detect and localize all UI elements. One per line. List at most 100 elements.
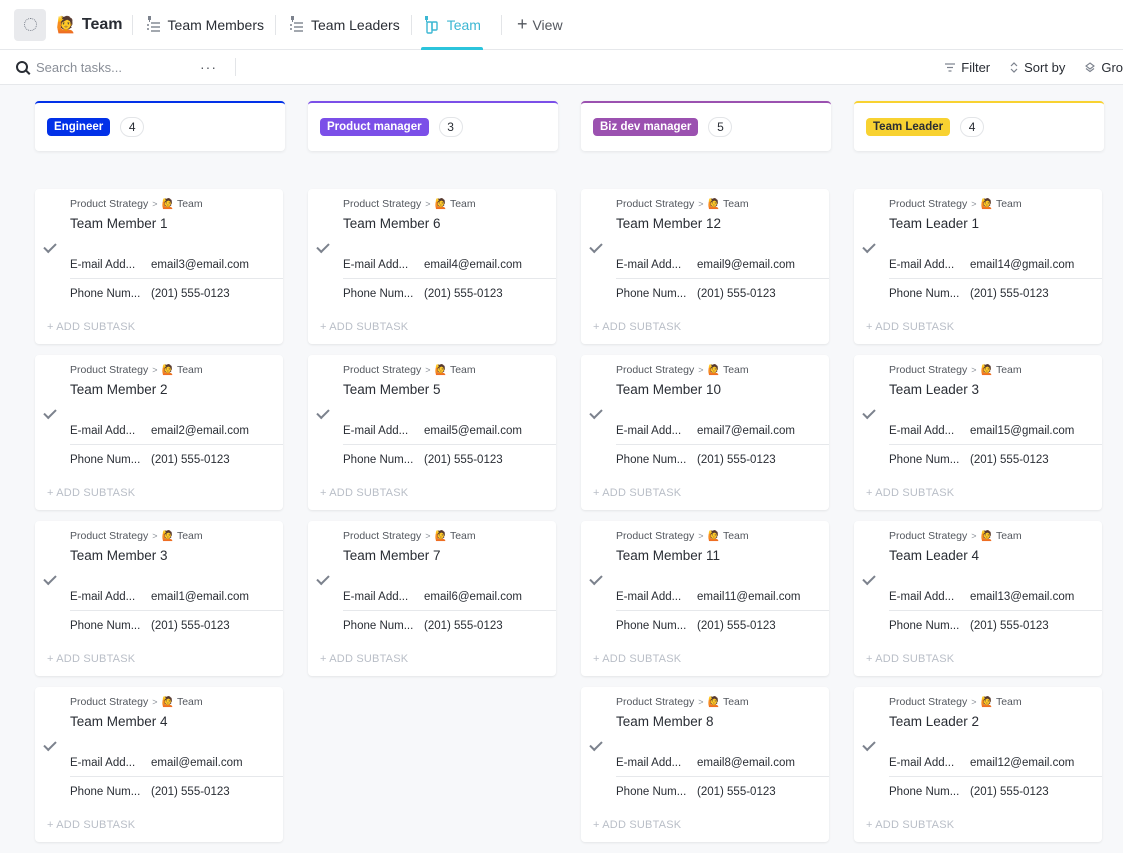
add-subtask-button[interactable]: + ADD SUBTASK (866, 321, 954, 333)
checkmark-icon[interactable] (316, 572, 329, 585)
email-field[interactable]: E-mail Add... email14@gmail.com (889, 251, 1102, 279)
phone-field[interactable]: Phone Num... (201) 555-0123 (889, 781, 1102, 803)
task-card[interactable]: Product Strategy > 🙋 Team Team Leader 2 … (854, 687, 1102, 842)
search-input[interactable] (36, 60, 186, 75)
add-subtask-button[interactable]: + ADD SUBTASK (593, 653, 681, 665)
checkmark-icon[interactable] (43, 240, 56, 253)
email-field[interactable]: E-mail Add... email13@email.com (889, 583, 1102, 611)
space-title[interactable]: 🙋 Team (56, 15, 123, 34)
space-settings-button[interactable] (14, 9, 46, 41)
email-field[interactable]: E-mail Add... email4@email.com (343, 251, 556, 279)
group-button[interactable]: Gro (1085, 60, 1123, 75)
add-subtask-button[interactable]: + ADD SUBTASK (593, 321, 681, 333)
add-subtask-button[interactable]: + ADD SUBTASK (593, 487, 681, 499)
task-title[interactable]: Team Leader 3 (889, 382, 979, 397)
task-card[interactable]: Product Strategy > 🙋 Team Team Leader 3 … (854, 355, 1102, 510)
email-field[interactable]: E-mail Add... email9@email.com (616, 251, 829, 279)
email-field[interactable]: E-mail Add... email15@gmail.com (889, 417, 1102, 445)
breadcrumb[interactable]: Product Strategy > 🙋 Team (70, 364, 203, 376)
checkmark-icon[interactable] (589, 572, 602, 585)
task-title[interactable]: Team Member 12 (616, 216, 721, 231)
task-card[interactable]: Product Strategy > 🙋 Team Team Member 3 … (35, 521, 283, 676)
phone-field[interactable]: Phone Num... (201) 555-0123 (889, 283, 1102, 305)
breadcrumb[interactable]: Product Strategy > 🙋 Team (889, 530, 1022, 542)
email-field[interactable]: E-mail Add... email11@email.com (616, 583, 829, 611)
breadcrumb[interactable]: Product Strategy > 🙋 Team (616, 696, 749, 708)
email-field[interactable]: E-mail Add... email8@email.com (616, 749, 829, 777)
breadcrumb[interactable]: Product Strategy > 🙋 Team (70, 198, 203, 210)
task-title[interactable]: Team Member 10 (616, 382, 721, 397)
task-card[interactable]: Product Strategy > 🙋 Team Team Member 10… (581, 355, 829, 510)
add-subtask-button[interactable]: + ADD SUBTASK (593, 819, 681, 831)
task-card[interactable]: Product Strategy > 🙋 Team Team Member 5 … (308, 355, 556, 510)
breadcrumb[interactable]: Product Strategy > 🙋 Team (889, 198, 1022, 210)
checkmark-icon[interactable] (43, 738, 56, 751)
email-field[interactable]: E-mail Add... email6@email.com (343, 583, 556, 611)
phone-field[interactable]: Phone Num... (201) 555-0123 (889, 615, 1102, 637)
add-subtask-button[interactable]: + ADD SUBTASK (47, 321, 135, 333)
add-subtask-button[interactable]: + ADD SUBTASK (47, 653, 135, 665)
filter-button[interactable]: Filter (945, 60, 990, 75)
email-field[interactable]: E-mail Add... email2@email.com (70, 417, 283, 445)
checkmark-icon[interactable] (862, 406, 875, 419)
task-card[interactable]: Product Strategy > 🙋 Team Team Leader 4 … (854, 521, 1102, 676)
breadcrumb[interactable]: Product Strategy > 🙋 Team (889, 696, 1022, 708)
checkmark-icon[interactable] (43, 572, 56, 585)
checkmark-icon[interactable] (862, 572, 875, 585)
task-card[interactable]: Product Strategy > 🙋 Team Team Member 1 … (35, 189, 283, 344)
add-subtask-button[interactable]: + ADD SUBTASK (866, 653, 954, 665)
task-title[interactable]: Team Member 11 (616, 548, 720, 563)
add-subtask-button[interactable]: + ADD SUBTASK (866, 487, 954, 499)
breadcrumb[interactable]: Product Strategy > 🙋 Team (70, 696, 203, 708)
task-title[interactable]: Team Member 8 (616, 714, 714, 729)
phone-field[interactable]: Phone Num... (201) 555-0123 (343, 449, 556, 471)
add-subtask-button[interactable]: + ADD SUBTASK (47, 819, 135, 831)
task-title[interactable]: Team Member 3 (70, 548, 168, 563)
phone-field[interactable]: Phone Num... (201) 555-0123 (616, 615, 829, 637)
breadcrumb[interactable]: Product Strategy > 🙋 Team (616, 198, 749, 210)
phone-field[interactable]: Phone Num... (201) 555-0123 (889, 449, 1102, 471)
phone-field[interactable]: Phone Num... (201) 555-0123 (70, 449, 283, 471)
phone-field[interactable]: Phone Num... (201) 555-0123 (616, 449, 829, 471)
add-subtask-button[interactable]: + ADD SUBTASK (47, 487, 135, 499)
task-card[interactable]: Product Strategy > 🙋 Team Team Member 4 … (35, 687, 283, 842)
task-card[interactable]: Product Strategy > 🙋 Team Team Member 8 … (581, 687, 829, 842)
checkmark-icon[interactable] (316, 406, 329, 419)
breadcrumb[interactable]: Product Strategy > 🙋 Team (343, 364, 476, 376)
task-card[interactable]: Product Strategy > 🙋 Team Team Member 2 … (35, 355, 283, 510)
task-card[interactable]: Product Strategy > 🙋 Team Team Member 11… (581, 521, 829, 676)
breadcrumb[interactable]: Product Strategy > 🙋 Team (616, 530, 749, 542)
task-title[interactable]: Team Member 5 (343, 382, 441, 397)
task-card[interactable]: Product Strategy > 🙋 Team Team Leader 1 … (854, 189, 1102, 344)
task-title[interactable]: Team Leader 2 (889, 714, 979, 729)
task-title[interactable]: Team Leader 4 (889, 548, 979, 563)
sort-button[interactable]: Sort by (1010, 60, 1065, 75)
breadcrumb[interactable]: Product Strategy > 🙋 Team (889, 364, 1022, 376)
add-subtask-button[interactable]: + ADD SUBTASK (320, 487, 408, 499)
add-subtask-button[interactable]: + ADD SUBTASK (320, 321, 408, 333)
checkmark-icon[interactable] (43, 406, 56, 419)
column-header[interactable]: Biz dev manager 5 (581, 101, 831, 151)
breadcrumb[interactable]: Product Strategy > 🙋 Team (343, 530, 476, 542)
task-title[interactable]: Team Leader 1 (889, 216, 979, 231)
tab-team-leaders[interactable]: Team Leaders (285, 0, 402, 50)
phone-field[interactable]: Phone Num... (201) 555-0123 (616, 283, 829, 305)
add-subtask-button[interactable]: + ADD SUBTASK (866, 819, 954, 831)
checkmark-icon[interactable] (862, 240, 875, 253)
phone-field[interactable]: Phone Num... (201) 555-0123 (70, 781, 283, 803)
checkmark-icon[interactable] (862, 738, 875, 751)
email-field[interactable]: E-mail Add... email12@email.com (889, 749, 1102, 777)
phone-field[interactable]: Phone Num... (201) 555-0123 (343, 283, 556, 305)
add-view-button[interactable]: + View (517, 14, 563, 35)
email-field[interactable]: E-mail Add... email5@email.com (343, 417, 556, 445)
task-card[interactable]: Product Strategy > 🙋 Team Team Member 7 … (308, 521, 556, 676)
phone-field[interactable]: Phone Num... (201) 555-0123 (70, 615, 283, 637)
email-field[interactable]: E-mail Add... email1@email.com (70, 583, 283, 611)
checkmark-icon[interactable] (589, 406, 602, 419)
checkmark-icon[interactable] (589, 738, 602, 751)
task-title[interactable]: Team Member 4 (70, 714, 168, 729)
checkmark-icon[interactable] (316, 240, 329, 253)
column-header[interactable]: Engineer 4 (35, 101, 285, 151)
task-title[interactable]: Team Member 7 (343, 548, 441, 563)
column-header[interactable]: Product manager 3 (308, 101, 558, 151)
